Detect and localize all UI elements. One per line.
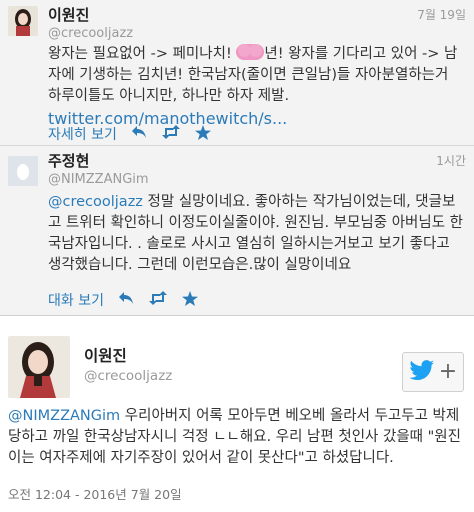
tweet-text-a: 왕자는 필요없어 -> 페미나치! [48,46,237,62]
author-name[interactable]: 주정현 [48,150,89,171]
show-more-button[interactable]: 자세히 보기 [48,124,117,144]
tweet-text: @crecooljazz 정말 실망이네요. 좋아하는 작가님이었는데, 댓글보… [48,192,466,276]
tweet-timestamp: 오전 12:04 - 2016년 7월 20일 [8,487,182,502]
star-icon[interactable] [194,124,211,144]
author-handle[interactable]: @crecooljazz [48,26,133,41]
avatar[interactable] [8,336,70,398]
tweet-time: 7월 19일 [417,8,466,22]
tweet-time: 1시간 [436,154,466,168]
view-conversation-button[interactable]: 대화 보기 [48,290,104,310]
mention-link[interactable]: @NIMZZANGim [8,408,120,424]
reply-icon[interactable] [118,291,134,309]
tweet-actions: 대화 보기 [48,290,198,310]
avatar[interactable] [8,6,38,36]
tweet-3-expanded[interactable]: 이원진 @crecooljazz @NIMZZANGim 우리아버지 어록 모아… [0,316,474,512]
author-handle[interactable]: @crecooljazz [84,368,172,384]
plus-icon: + [438,359,458,384]
tweet-2[interactable]: 주정현 @NIMZZANGim 1시간 @crecooljazz 정말 실망이네… [0,146,474,316]
author-name[interactable]: 이원진 [48,4,89,25]
follow-button[interactable]: + [402,352,464,392]
tweet-1[interactable]: 이원진 @crecooljazz 7월 19일 왕자는 필요없어 -> 페미나치… [0,0,474,146]
star-icon[interactable] [181,290,198,310]
reply-icon[interactable] [131,125,147,143]
author-name[interactable]: 이원진 [84,344,127,366]
retweet-icon[interactable] [161,125,181,143]
default-avatar-icon[interactable] [8,156,38,186]
twitter-bird-icon [409,360,435,384]
retweet-icon[interactable] [148,291,168,309]
heart-sticker-icon [236,44,265,60]
tweet-text: 왕자는 필요없어 -> 페미나치! 년! 왕자를 기다리고 있어 -> 남자에 … [48,44,466,129]
mention-link[interactable]: @crecooljazz [48,194,143,210]
tweet-actions: 자세히 보기 [48,124,211,144]
author-handle[interactable]: @NIMZZANGim [48,172,149,187]
tweet-text: @NIMZZANGim 우리아버지 어록 모아두면 베오베 올라서 두고두고 박… [8,406,466,469]
